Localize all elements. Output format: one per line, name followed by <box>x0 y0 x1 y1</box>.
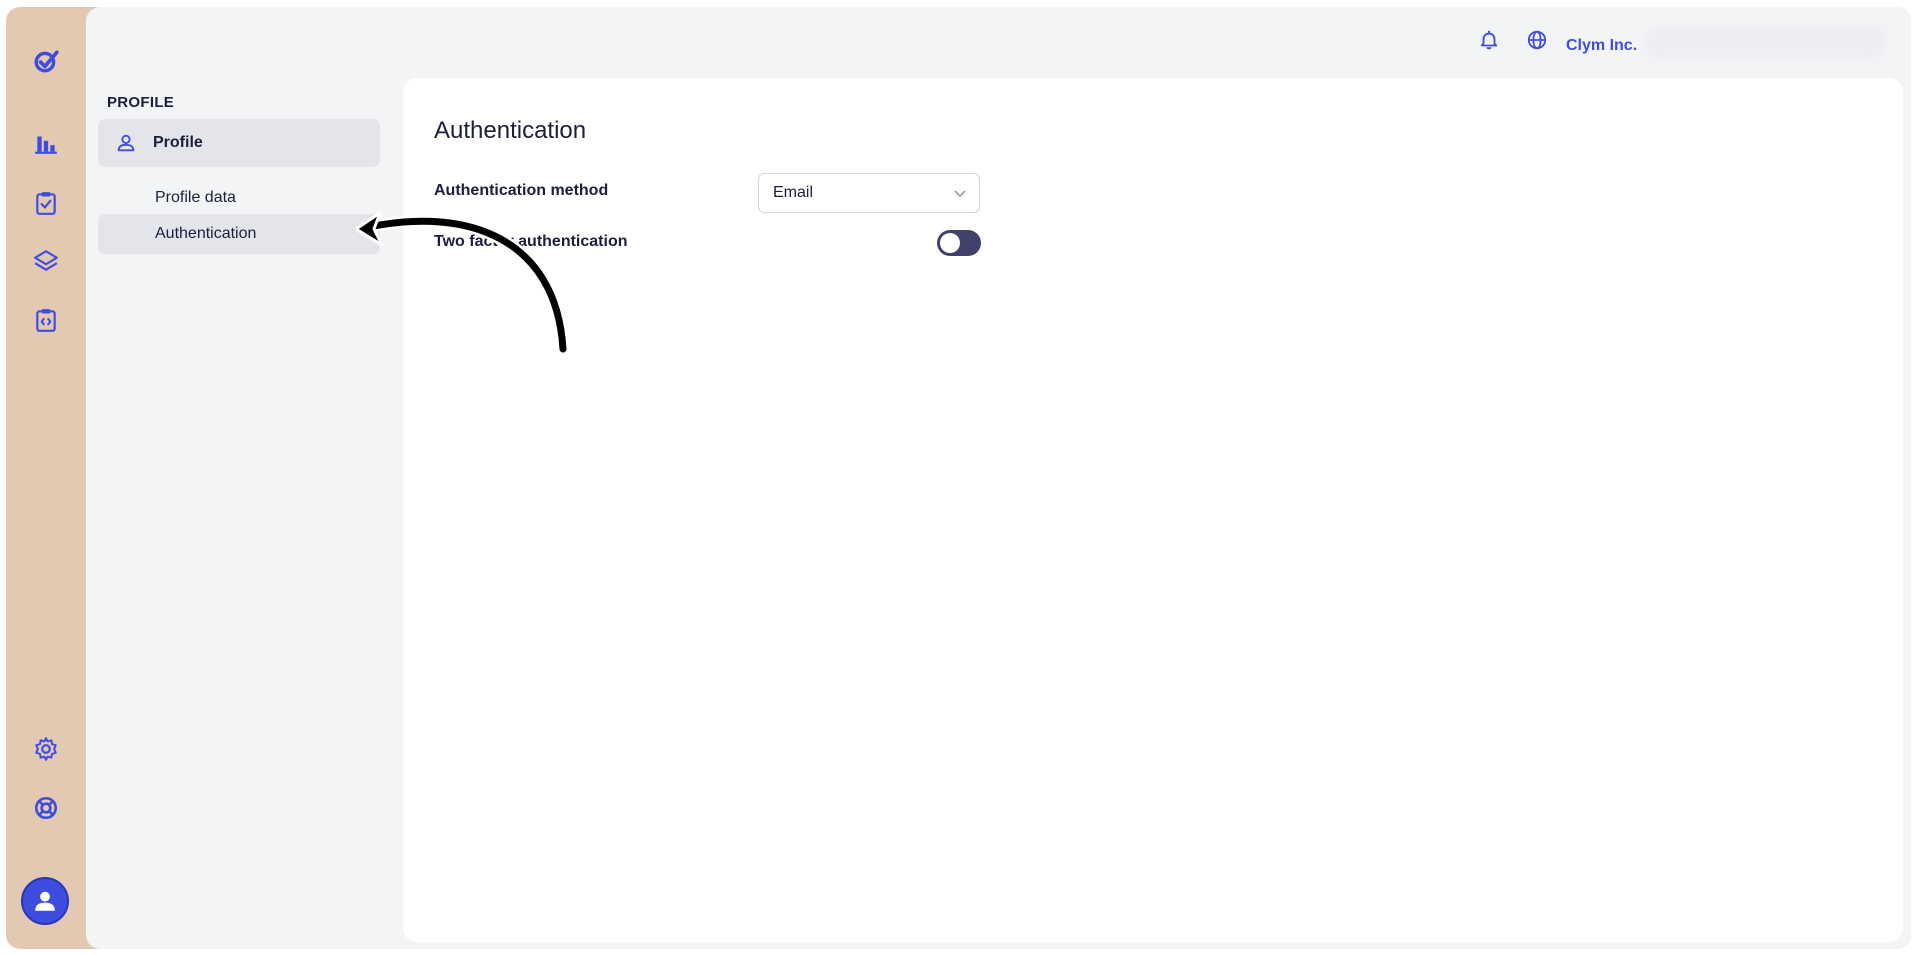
chevron-down-icon <box>954 190 966 198</box>
app-frame: Clym Inc. PROFILE Profile Profile data A… <box>6 7 1911 949</box>
sidebar-item-profile[interactable]: Profile <box>98 119 380 167</box>
layers-icon[interactable] <box>30 245 62 277</box>
bar-chart-icon[interactable] <box>30 127 62 159</box>
page-title: Authentication <box>434 117 587 144</box>
toggle-knob <box>940 233 960 253</box>
sidebar-item-label: Profile <box>153 134 203 151</box>
logo-check-icon[interactable] <box>30 45 62 77</box>
two-factor-toggle[interactable] <box>937 230 981 256</box>
clipboard-code-icon[interactable] <box>30 304 62 336</box>
auth-method-select[interactable]: Email <box>758 173 980 213</box>
content-card: Authentication Authentication method Ema… <box>403 78 1903 942</box>
globe-icon[interactable] <box>1524 27 1550 53</box>
auth-method-value: Email <box>773 184 814 201</box>
bell-icon[interactable] <box>1476 27 1502 53</box>
lifebuoy-icon[interactable] <box>30 792 62 824</box>
person-icon <box>115 132 137 154</box>
sidebar-item-profile-data[interactable]: Profile data <box>98 178 380 218</box>
sidebar-section-title: PROFILE <box>107 94 175 111</box>
icon-rail <box>6 7 86 949</box>
company-name[interactable]: Clym Inc. <box>1566 37 1637 55</box>
sidebar-item-label: Profile data <box>155 189 236 206</box>
user-avatar-icon[interactable] <box>21 877 69 925</box>
app-area: Clym Inc. PROFILE Profile Profile data A… <box>86 7 1911 949</box>
sidebar-item-label: Authentication <box>155 225 257 242</box>
clipboard-check-icon[interactable] <box>30 187 62 219</box>
redacted-user-area <box>1646 27 1886 57</box>
auth-method-label: Authentication method <box>434 182 609 199</box>
gear-icon[interactable] <box>30 733 62 765</box>
sidebar-item-authentication[interactable]: Authentication <box>98 214 380 254</box>
two-factor-label: Two factor authentication <box>434 233 628 250</box>
